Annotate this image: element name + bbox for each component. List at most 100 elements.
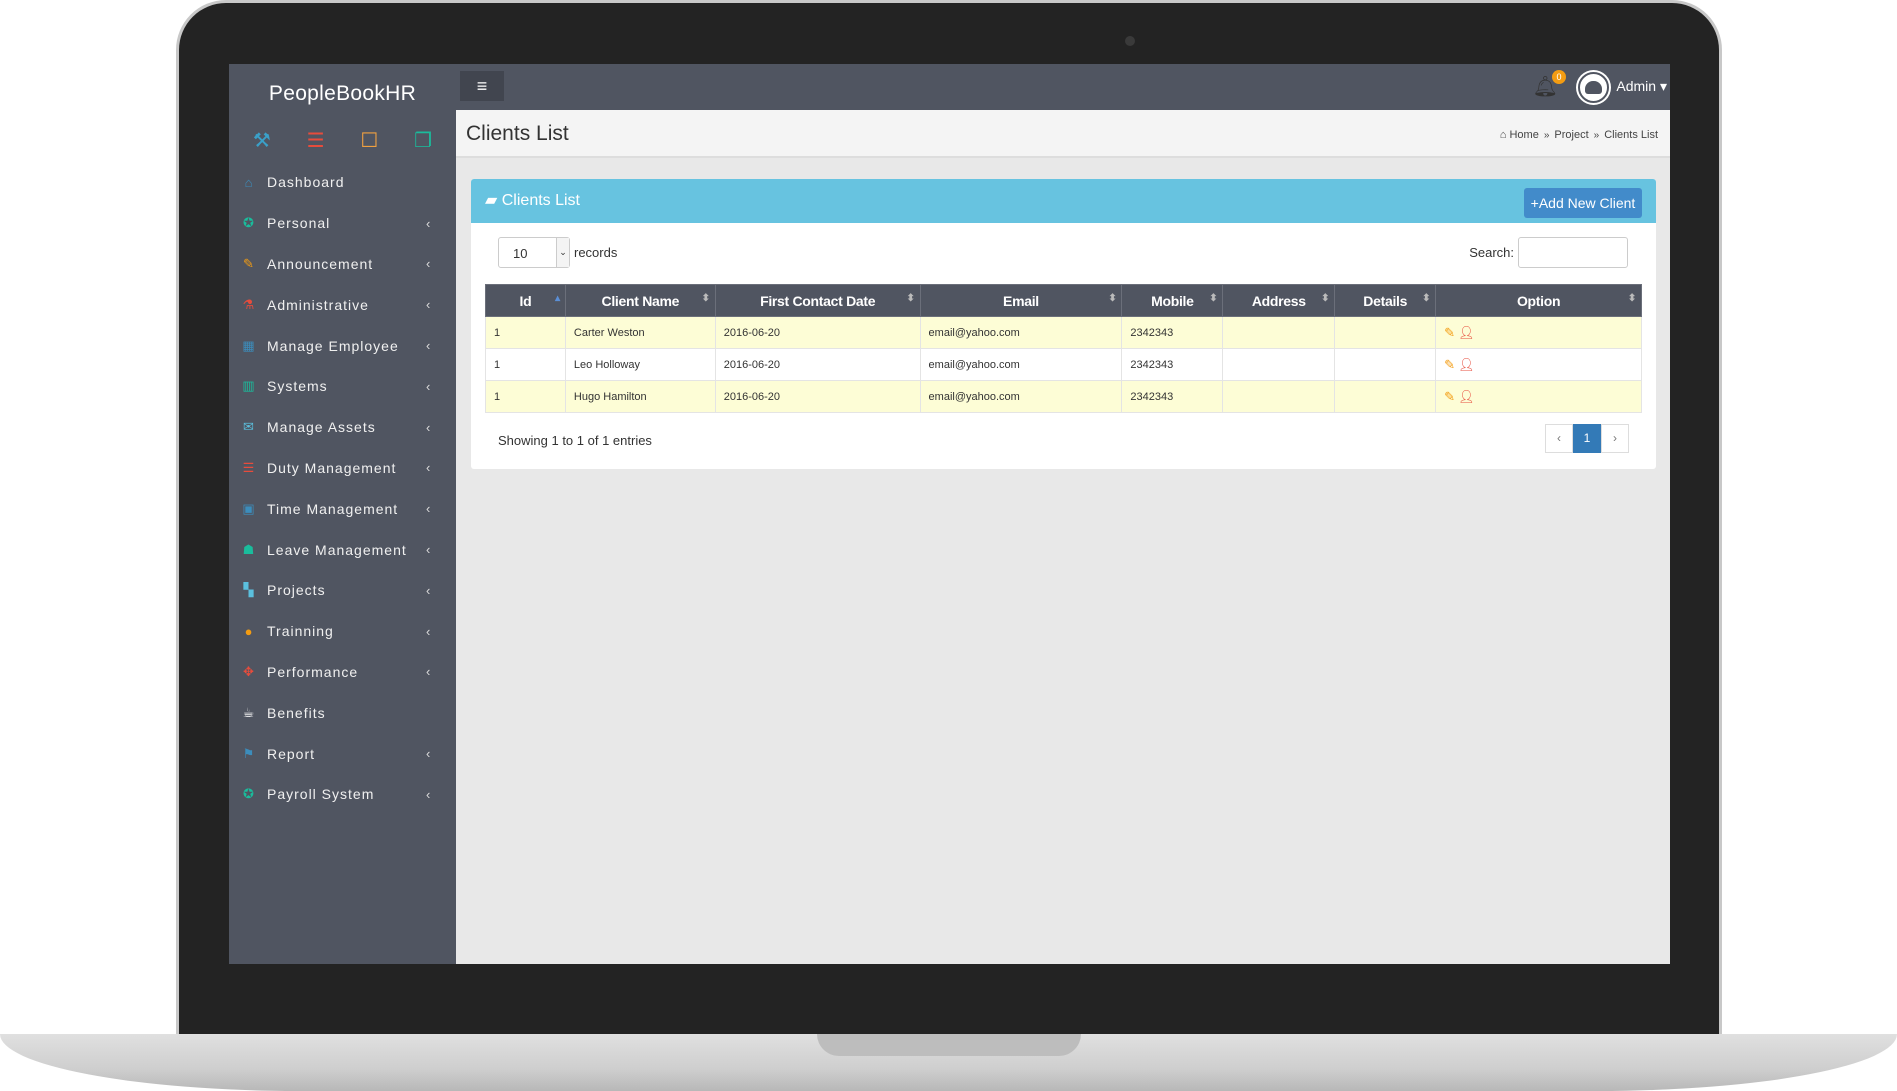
sidebar-item-trainning[interactable]: ● Trainning ‹ [229, 611, 456, 652]
windows-icon[interactable]: ❐ [414, 128, 432, 162]
search-input[interactable] [1518, 237, 1628, 268]
sidebar-item-label: Manage Assets [267, 419, 376, 436]
column-header-address[interactable]: Address ⬍ [1222, 284, 1336, 317]
prev-page-button[interactable]: ‹ [1545, 424, 1573, 453]
home-icon: ⌂ [1499, 129, 1507, 141]
sidebar-item-label: Duty Management [267, 459, 397, 476]
sidebar-item-label: Dashboard [267, 174, 345, 191]
table-icon: ▦ [242, 337, 256, 353]
column-header-mobile[interactable]: Mobile ⬍ [1121, 284, 1224, 317]
folder-icon: ▰ [485, 192, 502, 209]
square-icon[interactable]: ☐ [360, 128, 378, 162]
breadcrumb-project[interactable]: Project [1554, 129, 1588, 141]
bar-chart-icon: ▥ [242, 378, 256, 394]
sidebar-item-benefits[interactable]: ☕︎ Benefits [229, 692, 456, 733]
sidebar-item-label: Report [267, 745, 316, 762]
sidebar-item-duty-management[interactable]: ☰ Duty Management ‹ [229, 448, 456, 489]
column-header-id[interactable]: Id ▴ [485, 284, 566, 317]
edit-icon[interactable]: ✎ [1444, 357, 1455, 372]
sidebar-item-label: Leave Management [267, 541, 407, 558]
menu-toggle-icon[interactable]: ≡ [460, 71, 504, 101]
remove-user-icon[interactable]: 👤︎ [1458, 357, 1475, 372]
sidebar-item-systems[interactable]: ▥ Systems ‹ [229, 366, 456, 407]
avatar[interactable] [1578, 72, 1609, 103]
sidebar-item-label: Time Management [267, 500, 399, 517]
content-header: Clients List ⌂ Home » Project » Clients List [456, 110, 1670, 158]
column-header-first-contact-date[interactable]: First Contact Date ⬍ [714, 284, 921, 317]
column-header-client-name[interactable]: Client Name ⬍ [564, 284, 716, 317]
column-header-option[interactable]: Option ⬍ [1435, 284, 1642, 317]
chevron-left-icon: ‹ [426, 664, 432, 680]
cell-option: ✎ 👤︎ [1435, 316, 1642, 349]
page-1-button[interactable]: 1 [1573, 424, 1601, 453]
pencil-icon: ✎ [243, 255, 255, 271]
sidebar-item-label: Benefits [267, 704, 326, 721]
chevron-down-icon: ⌄ [556, 238, 569, 267]
remove-user-icon[interactable]: 👤︎ [1458, 389, 1475, 404]
add-new-client-button[interactable]: +Add New Client [1524, 188, 1642, 218]
sort-icon: ⬍ [1422, 293, 1431, 304]
award-icon: ✪ [243, 215, 255, 231]
sort-icon: ⬍ [906, 293, 915, 304]
panel-title: ▰ Clients List [485, 192, 580, 209]
sidebar-item-projects[interactable]: ▚ Projects ‹ [229, 570, 456, 611]
sidebar-item-report[interactable]: ⚑ Report ‹ [229, 733, 456, 774]
sidebar-item-manage-assets[interactable]: ✉ Manage Assets ‹ [229, 407, 456, 448]
sidebar-item-label: Manage Employee [267, 337, 399, 354]
chevron-left-icon: ‹ [426, 460, 432, 476]
cell-option: ✎ 👤︎ [1435, 348, 1642, 381]
cell-first-contact-date: 2016-06-20 [714, 316, 921, 349]
user-menu[interactable]: Admin ▾ [1616, 78, 1667, 95]
topbar: ≡ 🔔︎ 0 Admin ▾ [456, 64, 1670, 110]
sort-icon: ⬍ [1627, 293, 1636, 304]
coffee-icon: ☕︎ [242, 704, 256, 720]
cell-email: email@yahoo.com [919, 348, 1123, 381]
laptop-notch [817, 1034, 1081, 1056]
cell-details [1334, 316, 1437, 349]
flask-icon: ⚗ [242, 296, 256, 312]
column-header-details[interactable]: Details ⬍ [1334, 284, 1437, 317]
cell-details [1334, 348, 1437, 381]
sidebar-item-label: Administrative [267, 296, 369, 313]
sidebar-item-performance[interactable]: ✥ Performance ‹ [229, 652, 456, 693]
list-icon: ☰ [242, 459, 256, 475]
records-select[interactable]: 10 ⌄ [498, 237, 570, 268]
table-row: 1 Leo Holloway 2016-06-20 email@yahoo.com 23… [485, 348, 1642, 381]
cell-first-contact-date: 2016-06-20 [714, 348, 921, 381]
screen: PeopleBookHR ⚒ ☰ ☐ ❐ ⌂ Dashboard ✪ Personal… [229, 64, 1670, 964]
chevron-left-icon: ‹ [426, 378, 432, 394]
next-page-button[interactable]: › [1601, 424, 1629, 453]
clients-table: Id ▴ Client Name ⬍ First Contact Date ⬍ Email ⬍… [485, 284, 1642, 413]
chevron-left-icon: ‹ [426, 786, 432, 802]
sidebar-item-administrative[interactable]: ⚗ Administrative ‹ [229, 284, 456, 325]
app-logo[interactable]: PeopleBookHR [229, 64, 456, 118]
pagination: ‹ 1 › [1545, 424, 1629, 453]
sidebar-item-payroll-system[interactable]: ✪ Payroll System ‹ [229, 774, 456, 815]
edit-icon[interactable]: ✎ [1444, 325, 1455, 340]
sidebar-item-manage-employee[interactable]: ▦ Manage Employee ‹ [229, 325, 456, 366]
sort-icon: ⬍ [701, 293, 710, 304]
hammer-icon[interactable]: ⚒ [253, 128, 271, 162]
edit-icon[interactable]: ✎ [1444, 389, 1455, 404]
sidebar-item-announcement[interactable]: ✎ Announcement ‹ [229, 244, 456, 285]
sort-icon: ⬍ [1209, 293, 1218, 304]
sidebar-item-dashboard[interactable]: ⌂ Dashboard [229, 162, 456, 203]
sort-icon: ⬍ [1108, 293, 1117, 304]
cell-email: email@yahoo.com [919, 380, 1123, 413]
breadcrumb-home[interactable]: Home [1509, 129, 1538, 141]
list-icon[interactable]: ☰ [307, 128, 325, 162]
breadcrumb-current: Clients List [1604, 129, 1658, 141]
sidebar-item-personal[interactable]: ✪ Personal ‹ [229, 203, 456, 244]
column-header-email[interactable]: Email ⬍ [919, 284, 1123, 317]
remove-user-icon[interactable]: 👤︎ [1458, 325, 1475, 340]
breadcrumb: ⌂ Home » Project » Clients List [1500, 129, 1658, 141]
chevron-left-icon: ‹ [426, 297, 432, 313]
comment-icon: ● [244, 623, 254, 639]
sidebar-item-leave-management[interactable]: ☗ Leave Management ‹ [229, 529, 456, 570]
cell-address [1222, 348, 1336, 381]
envelope-icon: ✉ [243, 419, 255, 435]
cell-address [1222, 380, 1336, 413]
cell-client-name: Carter Weston [564, 316, 716, 349]
sidebar-item-label: Performance [267, 663, 359, 680]
sidebar-item-time-management[interactable]: ▣ Time Management ‹ [229, 488, 456, 529]
